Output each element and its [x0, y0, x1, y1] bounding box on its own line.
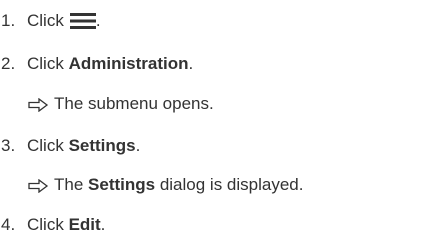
- step-3: 3. Click Settings .: [0, 134, 140, 158]
- step-3-result: The Settings dialog is displayed.: [28, 173, 303, 197]
- step-text: Click: [27, 215, 69, 234]
- result-text: The: [54, 175, 89, 194]
- step-number: 2.: [1, 54, 16, 73]
- result-text-end: dialog is displayed.: [155, 175, 304, 194]
- hamburger-menu-icon: [69, 12, 96, 30]
- step-text-end: .: [95, 11, 101, 30]
- step-text: Click: [27, 11, 64, 30]
- step-text-end: .: [188, 54, 194, 73]
- step-text-end: .: [100, 215, 106, 234]
- step-4: 4. Click Edit .: [0, 213, 105, 237]
- instruction-steps: 1. Click . 2. Click Administration . The…: [0, 0, 421, 240]
- result-arrow-icon: [28, 178, 50, 194]
- ui-term-edit: Edit: [68, 215, 101, 234]
- step-2-result: The submenu opens.: [28, 92, 214, 116]
- result-arrow-icon: [28, 97, 50, 113]
- step-number: 3.: [1, 136, 16, 155]
- ui-term-settings: Settings: [68, 136, 136, 155]
- step-number: 4.: [1, 215, 16, 234]
- step-text: Click: [27, 136, 69, 155]
- ui-term-administration: Administration: [68, 54, 189, 73]
- step-number: 1.: [1, 11, 16, 30]
- step-text: Click: [27, 54, 69, 73]
- result-text: The submenu opens.: [54, 94, 214, 113]
- ui-term-settings-dialog: Settings: [88, 175, 156, 194]
- step-text-end: .: [135, 136, 141, 155]
- step-1: 1. Click .: [0, 9, 101, 33]
- step-2: 2. Click Administration .: [0, 52, 193, 76]
